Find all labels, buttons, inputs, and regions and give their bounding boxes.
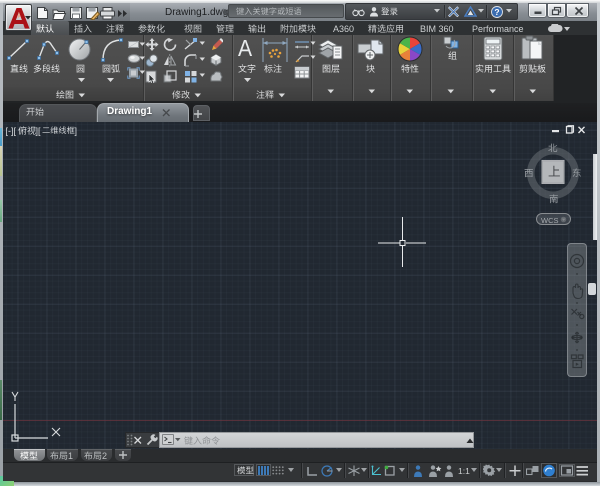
svg-text:?: ? <box>494 7 499 17</box>
